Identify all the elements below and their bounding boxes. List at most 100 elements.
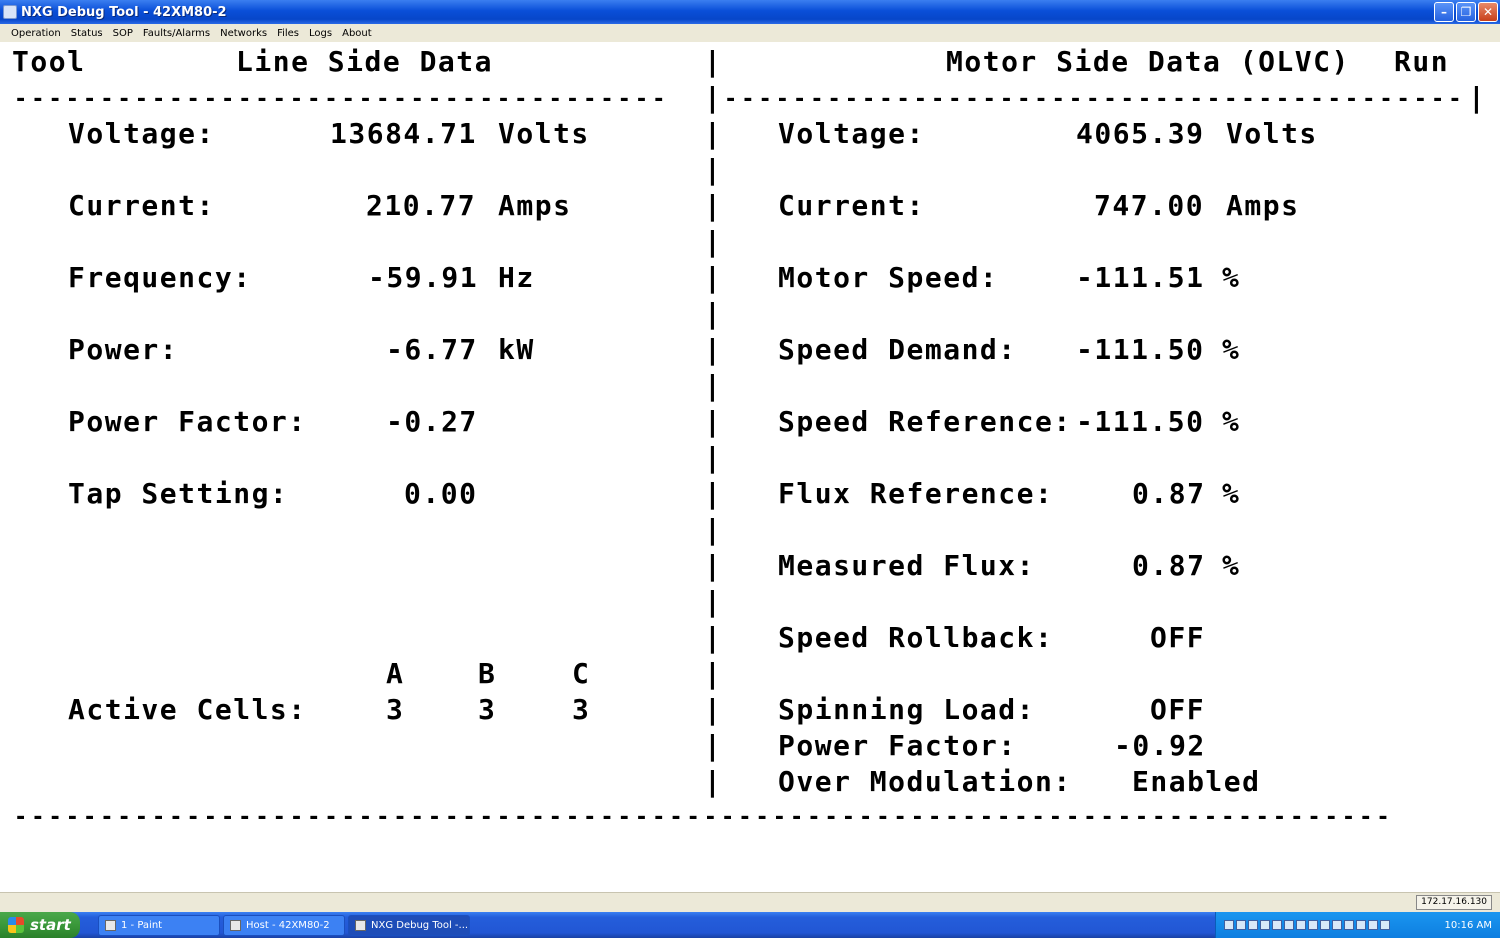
separator: | [1468, 81, 1487, 114]
tap-setting-value: 0.00 [404, 477, 478, 510]
tray-icon[interactable] [1260, 920, 1270, 930]
tray-icon[interactable] [1284, 920, 1294, 930]
task-label: Host - 42XM80-2 [246, 920, 330, 931]
motor-current-value: 747.00 [1094, 189, 1205, 222]
flux-reference-value: 0.87 [1132, 477, 1206, 510]
separator: | [704, 333, 723, 366]
separator: | [704, 261, 723, 294]
start-label: start [30, 916, 71, 934]
restore-button[interactable]: ❐ [1456, 2, 1476, 22]
flux-reference-unit: % [1222, 477, 1241, 510]
active-cells-c: 3 [572, 693, 591, 726]
tray-icon[interactable] [1356, 920, 1366, 930]
menu-faults-alarms[interactable]: Faults/Alarms [143, 28, 210, 39]
close-button[interactable]: ✕ [1478, 2, 1498, 22]
menu-status[interactable]: Status [71, 28, 103, 39]
line-current-label: Current: [68, 189, 215, 222]
window-controls: – ❐ ✕ [1434, 2, 1498, 22]
line-current-unit: Amps [498, 189, 572, 222]
separator: | [704, 81, 723, 114]
speed-reference-label: Speed Reference: [778, 405, 1072, 438]
divider-right: ----------------------------------------… [724, 87, 1466, 112]
tray-icon[interactable] [1308, 920, 1318, 930]
cell-header-c: C [572, 657, 591, 690]
minimize-icon: – [1441, 5, 1447, 19]
task-host[interactable]: Host - 42XM80-2 [223, 915, 345, 936]
menu-files[interactable]: Files [277, 28, 299, 39]
title-bar[interactable]: NXG Debug Tool - 42XM80-2 – ❐ ✕ [0, 0, 1500, 24]
tray-icon[interactable] [1272, 920, 1282, 930]
motor-power-factor-label: Power Factor: [778, 729, 1017, 762]
menu-operation[interactable]: Operation [11, 28, 61, 39]
speed-rollback-label: Speed Rollback: [778, 621, 1054, 654]
terminal-display[interactable]: Tool Line Side Data Motor Side Data (OLV… [0, 42, 1500, 892]
tray-icon[interactable] [1344, 920, 1354, 930]
active-cells-b: 3 [478, 693, 497, 726]
windows-logo-icon [8, 917, 24, 933]
speed-reference-value: -111.50 [1076, 405, 1205, 438]
window-title: NXG Debug Tool - 42XM80-2 [21, 4, 227, 20]
tray-icon[interactable] [1224, 920, 1234, 930]
line-voltage-value: 13684.71 [330, 117, 477, 150]
terminal-icon [230, 920, 241, 931]
menu-networks[interactable]: Networks [220, 28, 267, 39]
task-label: 1 - Paint [121, 920, 163, 931]
active-cells-a: 3 [386, 693, 405, 726]
motor-speed-unit: % [1222, 261, 1241, 294]
tray-icon[interactable] [1236, 920, 1246, 930]
motor-voltage-unit: Volts [1226, 117, 1318, 150]
app-icon [355, 920, 366, 931]
tray-icon[interactable] [1248, 920, 1258, 930]
line-voltage-unit: Volts [498, 117, 590, 150]
line-current-value: 210.77 [366, 189, 477, 222]
start-button[interactable]: start [0, 912, 80, 938]
tray-icon[interactable] [1368, 920, 1378, 930]
measured-flux-value: 0.87 [1132, 549, 1206, 582]
speed-demand-label: Speed Demand: [778, 333, 1017, 366]
status-bar: 172.17.16.130 [0, 892, 1500, 912]
spinning-load-value: OFF [1150, 693, 1206, 726]
speed-rollback-value: OFF [1150, 621, 1206, 654]
separator: | [704, 369, 723, 402]
tray-icons [1224, 920, 1390, 930]
task-paint[interactable]: 1 - Paint [98, 915, 220, 936]
motor-power-factor-value: -0.92 [1114, 729, 1206, 762]
separator: | [704, 117, 723, 150]
separator: | [704, 225, 723, 258]
separator: | [704, 513, 723, 546]
task-label: NXG Debug Tool -... [371, 920, 469, 931]
cell-header-a: A [386, 657, 405, 690]
task-nxg-debug-tool[interactable]: NXG Debug Tool -... [348, 915, 470, 936]
tap-setting-label: Tap Setting: [68, 477, 289, 510]
minimize-button[interactable]: – [1434, 2, 1454, 22]
tray-icon[interactable] [1380, 920, 1390, 930]
separator: | [704, 693, 723, 726]
flux-reference-label: Flux Reference: [778, 477, 1054, 510]
divider-left: -------------------------------------- [14, 87, 670, 112]
measured-flux-unit: % [1222, 549, 1241, 582]
menu-about[interactable]: About [342, 28, 372, 39]
run-state: Run [1394, 45, 1450, 78]
tray-icon[interactable] [1296, 920, 1306, 930]
line-power-unit: kW [498, 333, 535, 366]
tray-icon[interactable] [1320, 920, 1330, 930]
speed-demand-value: -111.50 [1076, 333, 1205, 366]
separator: | [704, 405, 723, 438]
menu-logs[interactable]: Logs [309, 28, 332, 39]
menu-sop[interactable]: SOP [113, 28, 133, 39]
speed-demand-unit: % [1222, 333, 1241, 366]
separator: | [704, 45, 723, 78]
line-power-label: Power: [68, 333, 179, 366]
line-frequency-value: -59.91 [368, 261, 479, 294]
tray-icon[interactable] [1332, 920, 1342, 930]
line-power-value: -6.77 [386, 333, 478, 366]
separator: | [704, 585, 723, 618]
close-icon: ✕ [1482, 5, 1494, 19]
motor-speed-label: Motor Speed: [778, 261, 999, 294]
clock[interactable]: 10:16 AM [1445, 920, 1492, 931]
separator: | [704, 189, 723, 222]
line-power-factor-value: -0.27 [386, 405, 478, 438]
measured-flux-label: Measured Flux: [778, 549, 1036, 582]
line-side-title: Line Side Data [236, 45, 494, 78]
line-frequency-label: Frequency: [68, 261, 252, 294]
